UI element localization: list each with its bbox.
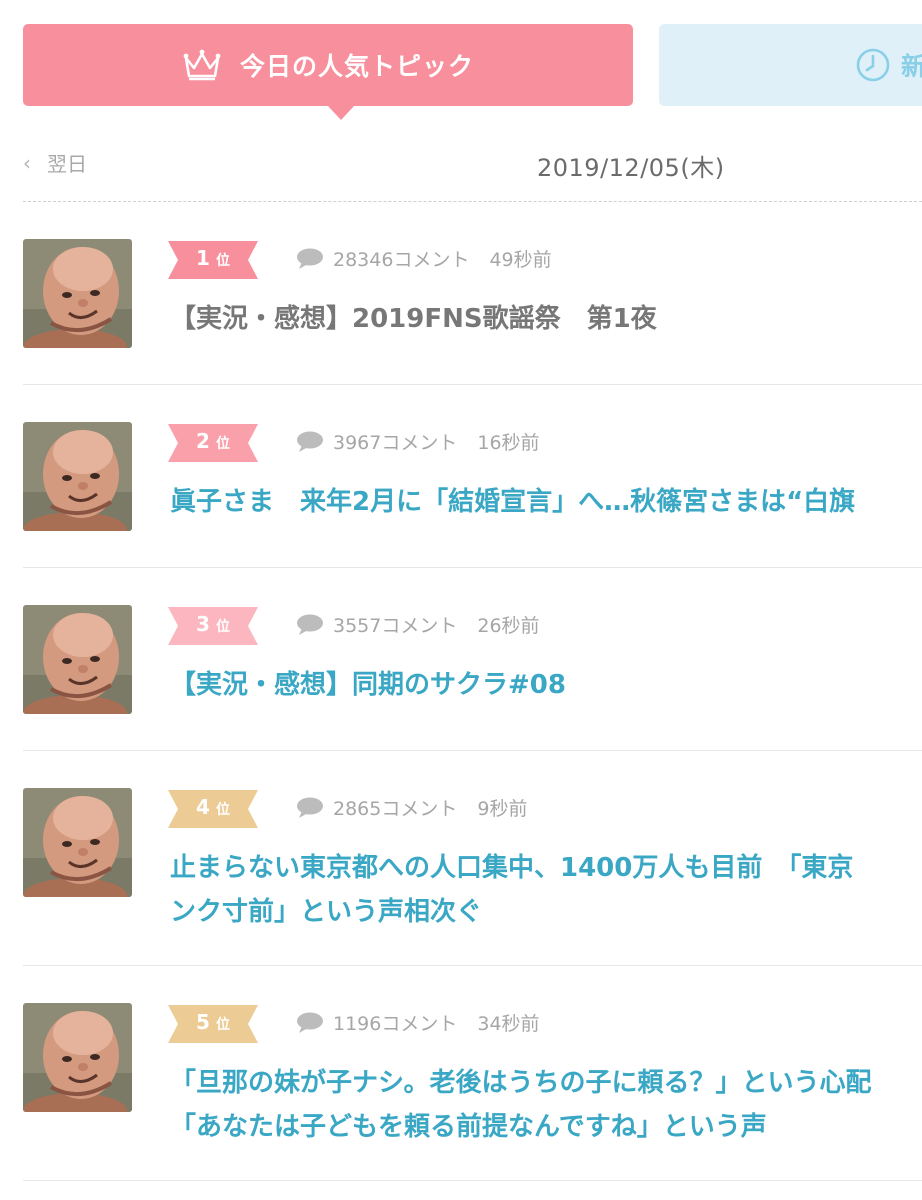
comment-bubble-icon xyxy=(297,797,323,818)
rank-number: 3 xyxy=(196,612,210,636)
comment-bubble-icon xyxy=(297,1012,323,1033)
rank-suffix: 位 xyxy=(216,802,230,818)
rank-badge: 2位 xyxy=(168,424,258,462)
post-time: 34秒前 xyxy=(477,1013,540,1035)
post-time: 9秒前 xyxy=(477,798,528,820)
rank-badge: 3位 xyxy=(168,607,258,645)
topic-meta: 3557コメント 26秒前 xyxy=(296,611,540,638)
separator-line xyxy=(23,1180,922,1181)
next-day-label: 翌日 xyxy=(47,152,87,176)
avatar-face-icon xyxy=(23,422,132,531)
separator-line xyxy=(23,750,922,751)
chevron-left-icon: ‹ xyxy=(23,150,31,175)
post-time: 26秒前 xyxy=(477,615,540,637)
ribbon-shape xyxy=(168,790,258,828)
topic-title-line: 眞子さま 来年2月に「結婚宣言」へ…秋篠宮さまは“白旗 xyxy=(170,487,856,517)
topic-meta: 3967コメント 16秒前 xyxy=(296,428,540,455)
avatar-face-icon xyxy=(23,239,132,348)
rank-badge: 1位 xyxy=(168,241,258,279)
next-day-link[interactable]: ‹ 翌日 xyxy=(23,148,87,177)
active-tab-pointer xyxy=(328,106,354,120)
separator-line xyxy=(23,567,922,568)
post-time: 49秒前 xyxy=(489,249,552,271)
topic-title-line: 止まらない東京都への人口集中、1400万人も目前 「東京 xyxy=(170,853,854,883)
ribbon-shape xyxy=(168,424,258,462)
tab-popular-today[interactable]: 今日の人気トピック xyxy=(23,24,633,120)
comment-bubble-icon xyxy=(297,248,323,269)
crown-icon xyxy=(183,49,221,81)
comment-count: 2865コメント xyxy=(333,798,458,820)
topic-meta: 2865コメント 9秒前 xyxy=(296,794,527,821)
topic-title[interactable]: 止まらない東京都への人口集中、1400万人も目前 「東京 ンク寸前」という声相次ぐ xyxy=(170,846,922,934)
topic-title-line: ンク寸前」という声相次ぐ xyxy=(170,897,483,927)
tab-popular-today-label: 今日の人気トピック xyxy=(239,52,474,81)
post-time: 16秒前 xyxy=(477,432,540,454)
topic-title-line: 【実況・感想】2019FNS歌謡祭 第1夜 xyxy=(170,304,657,334)
clock-icon xyxy=(856,48,890,82)
avatar[interactable] xyxy=(23,605,132,714)
avatar[interactable] xyxy=(23,1003,132,1112)
topic-title-line: 【実況・感想】同期のサクラ#08 xyxy=(170,670,566,700)
topic-title-line: 「旦那の妹が子ナシ。老後はうちの子に頼る？」という心配 xyxy=(170,1068,872,1098)
topic-title[interactable]: 「旦那の妹が子ナシ。老後はうちの子に頼る？」という心配 「あなたは子どもを頼る前提… xyxy=(170,1061,922,1149)
tab-new-label: 新 xyxy=(901,52,922,81)
comment-count: 1196コメント xyxy=(333,1013,458,1035)
current-date: 2019/12/05(木) xyxy=(537,154,725,182)
rank-suffix: 位 xyxy=(216,436,230,452)
comment-count: 28346コメント xyxy=(333,249,470,271)
tab-bar: 今日の人気トピック 新 xyxy=(23,24,922,122)
topic-title-line: 「あなたは子どもを頼る前提なんですね」という声 xyxy=(170,1112,767,1142)
avatar[interactable] xyxy=(23,422,132,531)
avatar-face-icon xyxy=(23,605,132,714)
avatar[interactable] xyxy=(23,788,132,897)
comment-count: 3967コメント xyxy=(333,432,458,454)
ribbon-shape xyxy=(168,1005,258,1043)
avatar-face-icon xyxy=(23,788,132,897)
topic-title[interactable]: 【実況・感想】同期のサクラ#08 xyxy=(170,663,922,707)
dashed-divider xyxy=(23,201,922,202)
topic-meta: 28346コメント 49秒前 xyxy=(296,245,552,272)
avatar-face-icon xyxy=(23,1003,132,1112)
separator-line xyxy=(23,384,922,385)
rank-number: 2 xyxy=(196,429,210,453)
rank-suffix: 位 xyxy=(216,253,230,269)
rank-suffix: 位 xyxy=(216,1017,230,1033)
rank-badge: 4位 xyxy=(168,790,258,828)
rank-number: 4 xyxy=(196,795,210,819)
comment-bubble-icon xyxy=(297,431,323,452)
comment-count: 3557コメント xyxy=(333,615,458,637)
topic-title[interactable]: 【実況・感想】2019FNS歌謡祭 第1夜 xyxy=(170,297,922,341)
ribbon-shape xyxy=(168,241,258,279)
ribbon-shape xyxy=(168,607,258,645)
rank-number: 1 xyxy=(196,246,210,270)
topic-title[interactable]: 眞子さま 来年2月に「結婚宣言」へ…秋篠宮さまは“白旗 xyxy=(170,480,922,524)
avatar[interactable] xyxy=(23,239,132,348)
topic-meta: 1196コメント 34秒前 xyxy=(296,1009,540,1036)
separator-line xyxy=(23,965,922,966)
comment-bubble-icon xyxy=(297,614,323,635)
rank-badge: 5位 xyxy=(168,1005,258,1043)
tab-new[interactable]: 新 xyxy=(659,24,922,106)
rank-suffix: 位 xyxy=(216,619,230,635)
date-navigation: ‹ 翌日 2019/12/05(木) xyxy=(23,138,922,202)
rank-number: 5 xyxy=(196,1010,210,1034)
